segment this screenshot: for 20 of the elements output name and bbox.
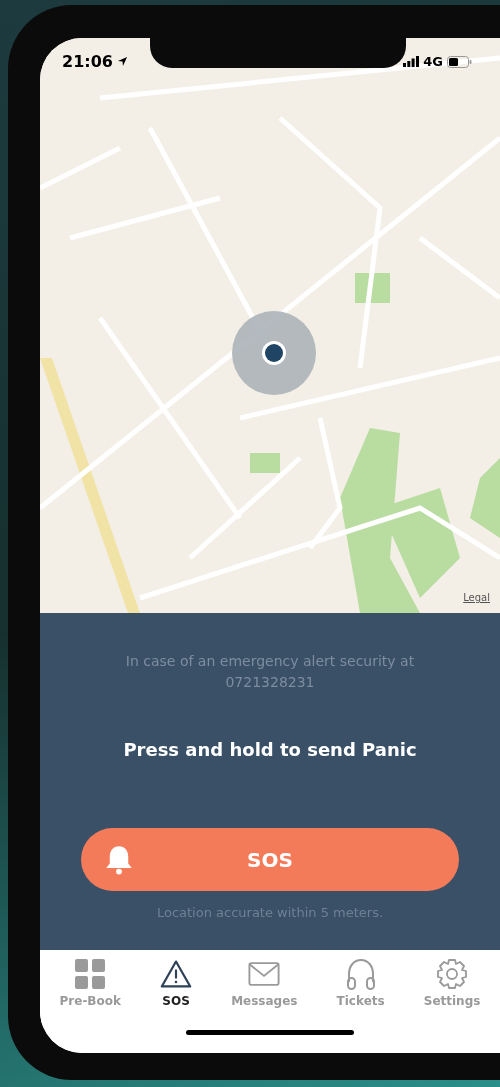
tab[interactable]: Pre-Book xyxy=(59,958,121,1008)
bell-icon xyxy=(105,845,133,875)
tab[interactable]: Settings xyxy=(423,958,481,1008)
instruction-text: Press and hold to send Panic xyxy=(123,739,417,760)
battery-icon xyxy=(447,55,472,68)
network-label: 4G xyxy=(423,54,443,69)
tab[interactable]: Tickets xyxy=(336,958,385,1008)
status-time: 21:06 xyxy=(62,52,113,71)
location-arrow-icon xyxy=(116,56,128,67)
location-marker-icon xyxy=(232,311,316,395)
emergency-notice: In case of an emergency alert security at 0721328231 xyxy=(124,652,416,692)
legal-link[interactable]: Legal xyxy=(463,592,490,603)
signal-icon xyxy=(403,56,420,67)
headphones-icon xyxy=(344,958,377,990)
tab[interactable]: SOS xyxy=(160,958,193,1008)
sos-button[interactable]: SOS xyxy=(81,828,459,891)
tab[interactable]: Messages xyxy=(231,958,298,1008)
grid-icon xyxy=(74,958,107,990)
settings-icon xyxy=(436,958,469,990)
warning-icon xyxy=(160,958,193,990)
